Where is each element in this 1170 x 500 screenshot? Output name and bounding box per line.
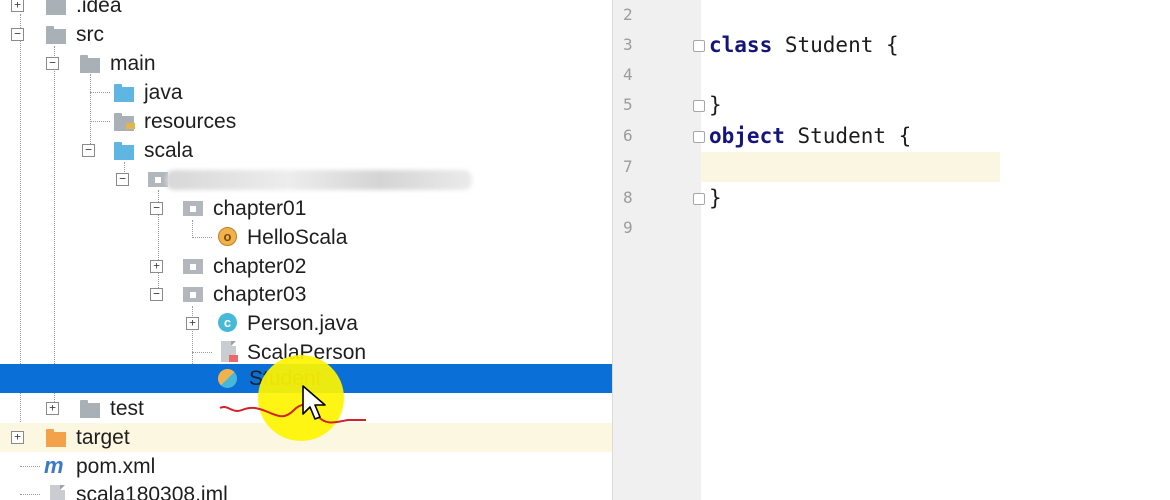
line-number: 4 (623, 65, 633, 84)
maven-icon: m (44, 453, 64, 478)
tree-item-label: pom.xml (76, 455, 156, 478)
tree-item-label: java (144, 81, 183, 104)
tree-item-label: test (110, 397, 144, 420)
tree-item-chapter03[interactable]: − chapter03 (0, 280, 612, 309)
code-keyword: class (709, 33, 773, 57)
tree-item-label: scala180308.iml (76, 483, 228, 500)
scala-class-object-icon (218, 369, 237, 388)
line-number: 3 (623, 35, 633, 54)
code-text: Student { (784, 124, 912, 148)
folder-icon (80, 400, 100, 418)
folder-blue-icon (114, 142, 134, 160)
line-number: 2 (623, 5, 633, 24)
line-number: 6 (623, 126, 633, 145)
code-text: } (709, 93, 722, 117)
expand-icon[interactable]: + (150, 260, 163, 273)
folder-icon (46, 0, 66, 15)
tree-item-idea[interactable]: + .idea (0, 0, 612, 20)
folder-blue-icon (114, 84, 134, 102)
collapse-icon[interactable]: − (46, 57, 59, 70)
code-text: Student { (772, 33, 899, 57)
tree-guide (20, 466, 40, 467)
line-number: 5 (623, 95, 633, 114)
tree-item-label: .idea (76, 0, 122, 17)
line-number-gutter: 2 3 4 5 6 7 8 9 (612, 0, 705, 500)
package-icon (183, 201, 203, 216)
package-icon (183, 287, 203, 302)
expand-icon[interactable]: + (11, 0, 24, 12)
collapse-icon[interactable]: − (116, 173, 129, 186)
tree-item-chapter01[interactable]: − chapter01 (0, 194, 612, 223)
package-icon (183, 259, 203, 274)
tree-item-label: Person.java (247, 312, 358, 335)
project-tree-panel: + .idea − src − main java resources − sc… (0, 0, 612, 500)
code-line-5[interactable]: } (709, 90, 722, 120)
expand-icon[interactable]: + (46, 402, 59, 415)
tree-item-chapter02[interactable]: + chapter02 (0, 252, 612, 281)
tree-item-resources[interactable]: resources (0, 107, 612, 136)
line-number: 8 (623, 188, 633, 207)
expand-icon[interactable]: + (186, 317, 199, 330)
scala-file-badge (229, 355, 238, 362)
expand-icon[interactable]: + (11, 431, 24, 444)
tree-guide (90, 92, 110, 93)
tree-item-src[interactable]: − src (0, 20, 612, 49)
code-line-8[interactable]: } (709, 183, 722, 213)
red-pen-annotation (219, 403, 366, 424)
code-keyword: object (709, 124, 785, 148)
obscured-package-name (166, 170, 472, 190)
tree-item-label: scala (144, 139, 194, 162)
fold-marker-icon[interactable] (693, 40, 705, 52)
folder-icon (46, 26, 66, 44)
tree-guide (192, 237, 212, 238)
scala-object-icon: o (218, 227, 237, 246)
resources-marker (126, 123, 135, 129)
fold-marker-icon[interactable] (693, 193, 705, 205)
tree-item-label: src (76, 23, 104, 46)
collapse-icon[interactable]: − (150, 288, 163, 301)
line-number: 9 (623, 218, 633, 237)
java-class-icon: c (218, 313, 237, 332)
code-line-6[interactable]: object Student { (709, 121, 911, 151)
tree-item-pom-xml[interactable]: m pom.xml (0, 452, 612, 481)
collapse-icon[interactable]: − (150, 202, 163, 215)
tree-item-label: chapter02 (213, 255, 307, 278)
fold-marker-icon[interactable] (693, 100, 705, 112)
tree-item-person-java[interactable]: + c Person.java (0, 309, 612, 338)
mouse-pointer-icon (302, 385, 326, 420)
tree-guide (90, 121, 110, 122)
tree-item-java[interactable]: java (0, 78, 612, 107)
tree-item-label: main (110, 52, 156, 75)
code-editor[interactable]: 2 3 4 5 6 7 8 9 class Student { } object… (612, 0, 1170, 500)
folder-orange-icon (46, 429, 66, 447)
code-text: } (709, 186, 722, 210)
tree-guide (20, 494, 40, 495)
tree-item-label: HelloScala (247, 226, 348, 249)
tree-item-label: chapter03 (213, 283, 307, 306)
fold-marker-icon[interactable] (693, 131, 705, 143)
tree-item-scala[interactable]: − scala (0, 136, 612, 165)
tree-item-helloscala[interactable]: o HelloScala (0, 223, 612, 252)
tree-item-label: resources (144, 110, 237, 133)
tree-item-label: chapter01 (213, 197, 307, 220)
tree-item-package-obscured[interactable]: − (0, 165, 612, 194)
tree-item-label: target (76, 426, 130, 449)
tree-item-main[interactable]: − main (0, 49, 612, 78)
tree-item-iml[interactable]: scala180308.iml (0, 480, 612, 500)
line-number: 7 (623, 157, 633, 176)
package-icon (148, 172, 168, 187)
folder-icon (80, 55, 100, 73)
collapse-icon[interactable]: − (82, 144, 95, 157)
tree-guide (192, 352, 212, 353)
code-line-3[interactable]: class Student { (709, 30, 899, 60)
iml-file-icon (50, 485, 65, 500)
collapse-icon[interactable]: − (11, 28, 24, 41)
